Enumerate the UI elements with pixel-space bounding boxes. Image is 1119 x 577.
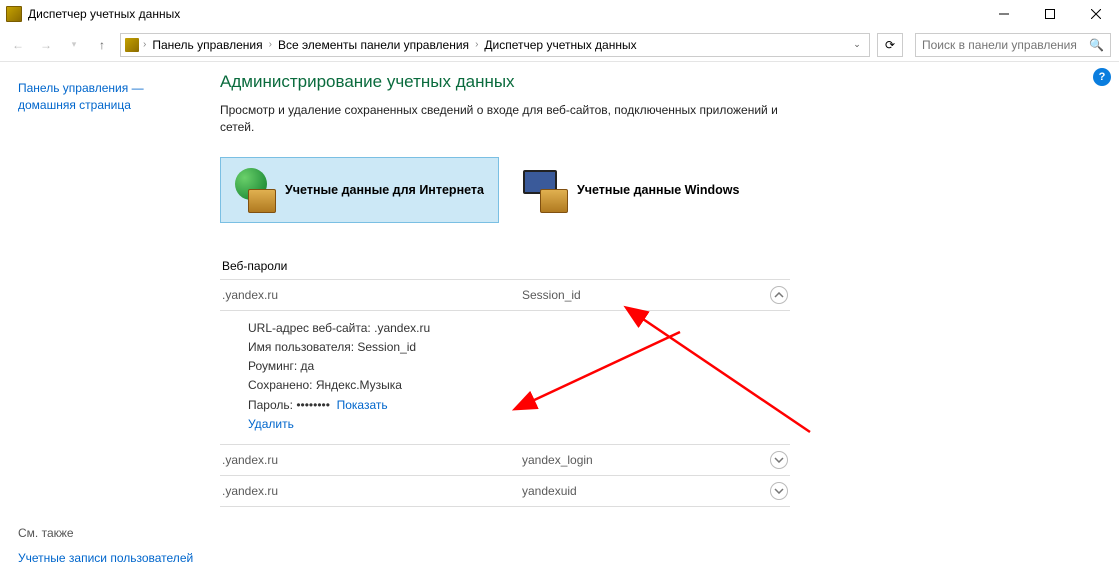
help-button[interactable]: ? bbox=[1093, 68, 1111, 86]
up-button[interactable]: ↑ bbox=[92, 35, 112, 55]
username-value: Session_id bbox=[357, 340, 416, 354]
maximize-button[interactable] bbox=[1027, 0, 1073, 28]
globe-safe-icon bbox=[231, 168, 275, 212]
credential-user: yandex_login bbox=[522, 453, 770, 467]
addr-dropdown[interactable]: ⌄ bbox=[845, 34, 869, 56]
chevron-down-icon[interactable] bbox=[770, 482, 788, 500]
saved-value: Яндекс.Музыка bbox=[316, 378, 402, 392]
forward-button[interactable]: → bbox=[36, 35, 56, 55]
breadcrumb-separator: › bbox=[141, 39, 148, 50]
url-value: .yandex.ru bbox=[374, 321, 430, 335]
credential-row[interactable]: .yandex.ru Session_id bbox=[220, 280, 790, 311]
show-password-link[interactable]: Показать bbox=[337, 398, 388, 412]
chevron-up-icon[interactable] bbox=[770, 286, 788, 304]
breadcrumb-item[interactable]: Диспетчер учетных данных bbox=[480, 38, 640, 52]
tile-windows-credentials[interactable]: Учетные данные Windows bbox=[513, 157, 753, 223]
username-label: Имя пользователя: bbox=[248, 340, 354, 354]
password-label: Пароль: bbox=[248, 398, 293, 412]
saved-label: Сохранено: bbox=[248, 378, 313, 392]
page-title: Администрирование учетных данных bbox=[220, 72, 1087, 92]
credential-row[interactable]: .yandex.ru yandex_login bbox=[220, 445, 790, 476]
search-input[interactable] bbox=[922, 38, 1089, 52]
sidebar-user-accounts-link[interactable]: Учетные записи пользователей bbox=[18, 550, 193, 567]
credential-row[interactable]: .yandex.ru yandexuid bbox=[220, 476, 790, 507]
titlebar: Диспетчер учетных данных bbox=[0, 0, 1119, 28]
location-icon bbox=[123, 36, 141, 54]
credential-site: .yandex.ru bbox=[222, 484, 522, 498]
search-icon[interactable]: 🔍 bbox=[1089, 38, 1104, 52]
minimize-button[interactable] bbox=[981, 0, 1027, 28]
monitor-safe-icon bbox=[523, 168, 567, 212]
tile-web-credentials[interactable]: Учетные данные для Интернета bbox=[220, 157, 499, 223]
sidebar-home-link[interactable]: Панель управления — домашняя страница bbox=[18, 80, 192, 115]
breadcrumb-item[interactable]: Все элементы панели управления bbox=[274, 38, 473, 52]
breadcrumb-separator: › bbox=[267, 39, 274, 50]
navigation-bar: ← → ▾ ↑ › Панель управления › Все элемен… bbox=[0, 28, 1119, 62]
tile-label: Учетные данные Windows bbox=[577, 183, 739, 197]
breadcrumb-separator: › bbox=[473, 39, 480, 50]
credential-details: URL-адрес веб-сайта: .yandex.ru Имя поль… bbox=[220, 311, 1087, 444]
tile-label: Учетные данные для Интернета bbox=[285, 183, 484, 197]
refresh-button[interactable]: ⟳ bbox=[877, 33, 903, 57]
close-button[interactable] bbox=[1073, 0, 1119, 28]
back-button[interactable]: ← bbox=[8, 35, 28, 55]
credential-user: yandexuid bbox=[522, 484, 770, 498]
page-description: Просмотр и удаление сохраненных сведений… bbox=[220, 102, 780, 137]
credential-site: .yandex.ru bbox=[222, 453, 522, 467]
roaming-label: Роуминг: bbox=[248, 359, 297, 373]
section-header: Веб-пароли bbox=[220, 255, 790, 280]
address-bar[interactable]: › Панель управления › Все элементы панел… bbox=[120, 33, 870, 57]
delete-credential-link[interactable]: Удалить bbox=[248, 417, 294, 431]
url-label: URL-адрес веб-сайта: bbox=[248, 321, 371, 335]
sidebar: Панель управления — домашняя страница См… bbox=[0, 62, 210, 577]
chevron-down-icon[interactable] bbox=[770, 451, 788, 469]
credential-user: Session_id bbox=[522, 288, 770, 302]
sidebar-footer-header: См. также bbox=[18, 526, 193, 540]
password-mask: •••••••• bbox=[296, 398, 330, 412]
main-content: ? Администрирование учетных данных Просм… bbox=[210, 62, 1119, 577]
window-title: Диспетчер учетных данных bbox=[28, 7, 180, 21]
credential-site: .yandex.ru bbox=[222, 288, 522, 302]
history-dropdown[interactable]: ▾ bbox=[64, 35, 84, 55]
breadcrumb-item[interactable]: Панель управления bbox=[148, 38, 266, 52]
app-icon bbox=[6, 6, 22, 22]
search-box[interactable]: 🔍 bbox=[915, 33, 1111, 57]
roaming-value: да bbox=[301, 359, 315, 373]
